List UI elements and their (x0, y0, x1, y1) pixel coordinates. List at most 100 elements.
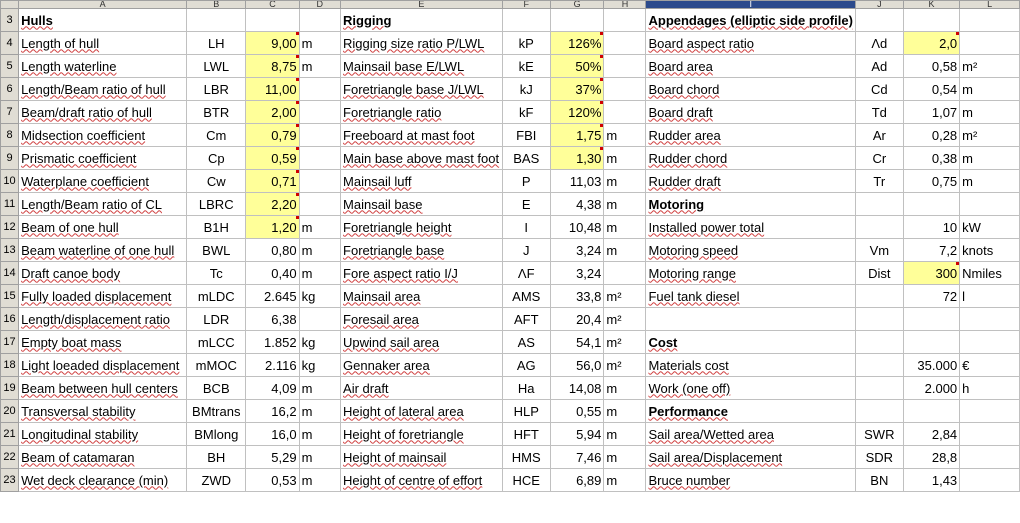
unit-cell[interactable] (959, 31, 1020, 55)
unit-cell[interactable]: m (603, 468, 647, 492)
unit-cell[interactable]: m² (603, 284, 647, 308)
symbol-cell[interactable]: SWR (854, 422, 904, 446)
label-cell[interactable]: Mainsail area (340, 284, 503, 308)
value-cell[interactable]: 37% (549, 77, 605, 101)
symbol-cell[interactable]: BH (186, 445, 247, 469)
unit-cell[interactable]: m (298, 468, 342, 492)
unit-cell[interactable]: m (298, 399, 342, 423)
symbol-cell[interactable]: Dist (854, 261, 904, 285)
label-cell[interactable]: Performance (645, 399, 856, 423)
label-cell[interactable] (645, 307, 856, 331)
unit-cell[interactable]: kW (959, 215, 1020, 239)
label-cell[interactable]: Prismatic coefficient (18, 146, 188, 170)
symbol-cell[interactable]: AG (501, 353, 551, 377)
label-cell[interactable]: Gennaker area (340, 353, 503, 377)
value-cell[interactable] (902, 192, 961, 216)
value-cell[interactable]: 5,29 (245, 445, 300, 469)
unit-cell[interactable]: m (298, 261, 342, 285)
unit-cell[interactable]: Nmiles (959, 261, 1020, 285)
value-cell[interactable]: 126% (549, 31, 605, 55)
symbol-cell[interactable]: FBI (501, 123, 551, 147)
symbol-cell[interactable]: kJ (501, 77, 551, 101)
symbol-cell[interactable]: HMS (501, 445, 551, 469)
row-header[interactable]: 3 (0, 8, 20, 32)
label-cell[interactable]: Mainsail luff (340, 169, 503, 193)
symbol-cell[interactable]: I (501, 215, 551, 239)
label-cell[interactable]: Wet deck clearance (min) (18, 468, 188, 492)
value-cell[interactable] (245, 8, 300, 32)
value-cell[interactable]: 1,30 (549, 146, 605, 170)
unit-cell[interactable] (298, 169, 342, 193)
label-cell[interactable]: Materials cost (645, 353, 856, 377)
unit-cell[interactable]: m (959, 100, 1020, 124)
label-cell[interactable]: Length of hull (18, 31, 188, 55)
unit-cell[interactable]: m (603, 399, 647, 423)
unit-cell[interactable]: m (298, 445, 342, 469)
label-cell[interactable]: Hulls (18, 8, 188, 32)
value-cell[interactable]: 20,4 (549, 307, 605, 331)
label-cell[interactable]: Beam of one hull (18, 215, 188, 239)
label-cell[interactable]: Board aspect ratio (645, 31, 856, 55)
value-cell[interactable]: 0,55 (549, 399, 605, 423)
label-cell[interactable]: Beam/draft ratio of hull (18, 100, 188, 124)
label-cell[interactable]: Height of lateral area (340, 399, 503, 423)
symbol-cell[interactable]: Cr (854, 146, 904, 170)
label-cell[interactable]: Upwind sail area (340, 330, 503, 354)
label-cell[interactable]: Motoring range (645, 261, 856, 285)
symbol-cell[interactable]: BN (854, 468, 904, 492)
column-header-i[interactable]: I (645, 0, 856, 9)
unit-cell[interactable] (298, 123, 342, 147)
label-cell[interactable]: Rudder draft (645, 169, 856, 193)
label-cell[interactable]: Motoring speed (645, 238, 856, 262)
unit-cell[interactable]: m (603, 238, 647, 262)
row-header[interactable]: 7 (0, 100, 20, 124)
label-cell[interactable]: Appendages (elliptic side profile) (645, 8, 856, 32)
label-cell[interactable]: Freeboard at mast foot (340, 123, 503, 147)
unit-cell[interactable]: m (603, 215, 647, 239)
row-header[interactable]: 11 (0, 192, 20, 216)
row-header[interactable]: 6 (0, 77, 20, 101)
value-cell[interactable] (902, 8, 961, 32)
unit-cell[interactable]: h (959, 376, 1020, 400)
value-cell[interactable]: 4,38 (549, 192, 605, 216)
value-cell[interactable]: 3,24 (549, 238, 605, 262)
unit-cell[interactable]: m (298, 238, 342, 262)
label-cell[interactable]: Fully loaded displacement (18, 284, 188, 308)
symbol-cell[interactable]: ΛF (501, 261, 551, 285)
symbol-cell[interactable]: AS (501, 330, 551, 354)
symbol-cell[interactable]: E (501, 192, 551, 216)
symbol-cell[interactable]: Ha (501, 376, 551, 400)
unit-cell[interactable]: m² (959, 123, 1020, 147)
label-cell[interactable]: Height of mainsail (340, 445, 503, 469)
value-cell[interactable]: 120% (549, 100, 605, 124)
symbol-cell[interactable] (854, 8, 904, 32)
unit-cell[interactable]: kg (298, 284, 342, 308)
value-cell[interactable]: 3,24 (549, 261, 605, 285)
label-cell[interactable]: Mainsail base (340, 192, 503, 216)
label-cell[interactable]: Main base above mast foot (340, 146, 503, 170)
unit-cell[interactable] (959, 422, 1020, 446)
unit-cell[interactable]: m (603, 376, 647, 400)
column-header-g[interactable]: G (549, 0, 605, 9)
value-cell[interactable]: 0,58 (902, 54, 961, 78)
symbol-cell[interactable]: LH (186, 31, 247, 55)
value-cell[interactable]: 2,20 (245, 192, 300, 216)
unit-cell[interactable]: m² (603, 353, 647, 377)
symbol-cell[interactable]: mLCC (186, 330, 247, 354)
value-cell[interactable]: 0,80 (245, 238, 300, 262)
symbol-cell[interactable]: BWL (186, 238, 247, 262)
unit-cell[interactable] (603, 77, 647, 101)
unit-cell[interactable]: m² (603, 307, 647, 331)
row-header[interactable]: 4 (0, 31, 20, 55)
label-cell[interactable]: Bruce number (645, 468, 856, 492)
value-cell[interactable]: 54,1 (549, 330, 605, 354)
unit-cell[interactable] (298, 77, 342, 101)
label-cell[interactable]: Light loeaded displacement (18, 353, 188, 377)
value-cell[interactable] (549, 8, 605, 32)
symbol-cell[interactable] (854, 307, 904, 331)
value-cell[interactable]: 50% (549, 54, 605, 78)
label-cell[interactable]: Board draft (645, 100, 856, 124)
unit-cell[interactable]: m (959, 146, 1020, 170)
label-cell[interactable]: Height of centre of effort (340, 468, 503, 492)
value-cell[interactable]: 2.645 (245, 284, 300, 308)
